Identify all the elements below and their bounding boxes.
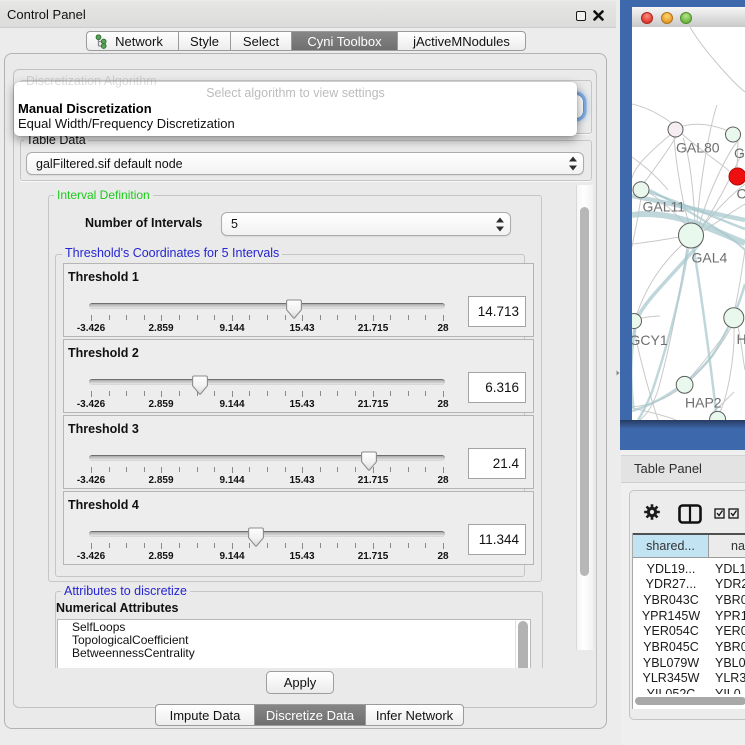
svg-text:GAL11: GAL11 — [643, 199, 686, 215]
svg-text:GA: GA — [734, 145, 745, 161]
svg-text:C: C — [737, 186, 745, 202]
svg-text:HAP2: HAP2 — [685, 395, 722, 411]
svg-text:GCY1: GCY1 — [632, 332, 668, 348]
svg-text:GAL80: GAL80 — [676, 140, 720, 156]
svg-text:GAL4: GAL4 — [692, 250, 728, 266]
svg-text:H: H — [737, 331, 745, 347]
